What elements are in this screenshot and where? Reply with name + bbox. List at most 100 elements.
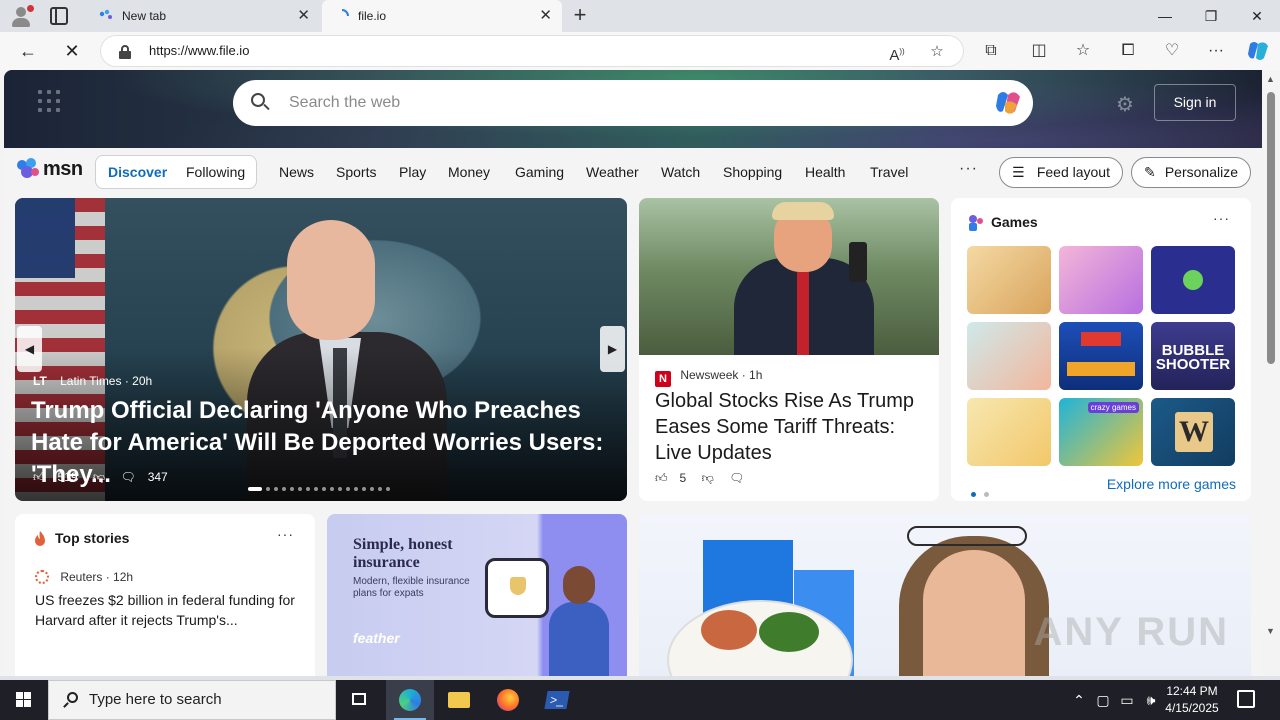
copilot-icon[interactable]: [993, 89, 1023, 117]
browser-essentials-icon[interactable]: ♡: [1161, 40, 1183, 62]
personalize-button[interactable]: ✎ Personalize: [1131, 157, 1251, 188]
games-more-button[interactable]: ···: [1213, 210, 1230, 226]
system-clock[interactable]: 12:44 PM 4/15/2025: [1162, 683, 1222, 717]
feed-layout-button[interactable]: ☰ Feed layout: [999, 157, 1123, 188]
volume-icon[interactable]: 🕪︎: [1141, 680, 1161, 720]
tab-file-io[interactable]: file.io ✕: [322, 0, 562, 32]
taskbar-search-box[interactable]: Type here to search: [48, 680, 336, 720]
news-headline[interactable]: Global Stocks Rise As Trump Eases Some T…: [655, 388, 927, 466]
game-tile-blocks[interactable]: [1059, 322, 1143, 390]
web-search-box[interactable]: Search the web: [233, 80, 1033, 126]
hero-news-card[interactable]: ◀ ▶ LT Latin Times · 20h Trump Official …: [15, 198, 627, 501]
article-age: · 20h: [124, 374, 153, 388]
new-tab-button[interactable]: +: [568, 2, 592, 28]
address-url[interactable]: https://www.file.io: [149, 36, 249, 66]
back-arrow-icon[interactable]: ←: [13, 36, 43, 66]
game-tile-jewels[interactable]: [1151, 246, 1235, 314]
tab-new-tab[interactable]: New tab ✕: [86, 0, 320, 32]
clock-date: 4/15/2025: [1165, 701, 1219, 715]
firefox-icon[interactable]: [484, 680, 532, 720]
game-tile-crazy-games[interactable]: crazy games: [1059, 398, 1143, 466]
show-hidden-icons[interactable]: ⌃: [1068, 680, 1090, 720]
taskbar-search-input[interactable]: Type here to search: [89, 681, 222, 719]
nav-more-button[interactable]: ···: [959, 160, 978, 178]
notification-center-icon[interactable]: [1237, 690, 1255, 708]
nav-play[interactable]: Play: [399, 164, 426, 180]
stop-loading-icon[interactable]: ✕: [57, 36, 87, 66]
like-icon[interactable]: 👍︎: [33, 470, 46, 484]
close-window-button[interactable]: ✕: [1234, 0, 1280, 32]
game-tile-shiba[interactable]: [967, 398, 1051, 466]
dislike-icon[interactable]: 👎︎: [93, 470, 105, 484]
ad-card[interactable]: Simple, honest insurance Modern, flexibl…: [327, 514, 627, 676]
source-name: Newsweek: [680, 368, 739, 382]
nav-weather[interactable]: Weather: [586, 164, 639, 180]
nav-shopping[interactable]: Shopping: [723, 164, 782, 180]
windows-start-icon[interactable]: [0, 680, 48, 720]
extensions-icon[interactable]: ⧉: [980, 40, 1002, 62]
nav-news[interactable]: News: [279, 164, 314, 180]
nav-watch[interactable]: Watch: [661, 164, 700, 180]
carousel-next-button[interactable]: ▶: [600, 326, 625, 372]
like-icon[interactable]: 👍︎: [655, 471, 668, 485]
loading-icon: [341, 9, 349, 17]
device-icon[interactable]: ▢: [1094, 680, 1112, 720]
app-launcher-icon[interactable]: [38, 90, 60, 112]
games-icon: [969, 215, 983, 231]
address-bar[interactable]: https://www.file.io A)) ☆: [100, 35, 964, 67]
game-tile-doctor[interactable]: [967, 322, 1051, 390]
dislike-icon[interactable]: 👎︎: [702, 471, 714, 485]
split-screen-icon[interactable]: ◫: [1028, 40, 1050, 62]
lock-icon[interactable]: [119, 45, 131, 59]
discover-tab[interactable]: Discover: [108, 156, 167, 188]
nav-travel[interactable]: Travel: [870, 164, 908, 180]
games-pager-dots[interactable]: [971, 484, 997, 501]
tab-label: New tab: [122, 9, 167, 23]
page-scrollbar[interactable]: ▲ ▼: [1262, 70, 1280, 640]
sign-in-button[interactable]: Sign in: [1154, 84, 1236, 121]
tab-close-icon[interactable]: ✕: [297, 0, 310, 32]
tab-actions-icon[interactable]: [50, 7, 68, 25]
feature-image-card[interactable]: ANY RUN: [639, 514, 1251, 676]
network-icon[interactable]: ▭: [1117, 680, 1137, 720]
game-tile-wood-puzzle[interactable]: [967, 246, 1051, 314]
news-card[interactable]: N Newsweek · 1h Global Stocks Rise As Tr…: [639, 198, 939, 501]
powershell-icon[interactable]: >_: [533, 680, 581, 720]
anyrun-watermark: ANY RUN: [1033, 610, 1229, 654]
search-input[interactable]: Search the web: [289, 80, 400, 126]
minimize-button[interactable]: —: [1142, 0, 1188, 32]
nav-health[interactable]: Health: [805, 164, 845, 180]
favorite-star-icon[interactable]: ☆: [927, 42, 947, 62]
profile-icon[interactable]: [8, 4, 34, 28]
scroll-up-icon[interactable]: ▲: [1266, 74, 1275, 84]
nav-sports[interactable]: Sports: [336, 164, 376, 180]
comment-icon[interactable]: 🗨︎: [120, 470, 135, 484]
article-source: LT Latin Times · 20h: [33, 374, 152, 388]
nav-gaming[interactable]: Gaming: [515, 164, 564, 180]
more-menu-icon[interactable]: ···: [1205, 40, 1227, 62]
carousel-prev-button[interactable]: ◀: [17, 326, 42, 372]
task-view-icon[interactable]: [336, 680, 384, 720]
carousel-dots[interactable]: [248, 480, 394, 498]
favorites-icon[interactable]: ☆: [1072, 40, 1094, 62]
game-tile-bubble-shooter[interactable]: BUBBLE SHOOTER: [1151, 322, 1235, 390]
comment-icon[interactable]: 🗨︎: [729, 471, 744, 485]
restore-button[interactable]: ❐: [1188, 0, 1234, 32]
settings-gear-icon[interactable]: ⚙: [1116, 92, 1134, 117]
tab-close-icon[interactable]: ✕: [539, 0, 552, 32]
scroll-down-icon[interactable]: ▼: [1266, 626, 1275, 636]
top-story-headline[interactable]: US freezes $2 billion in federal funding…: [35, 590, 297, 630]
file-explorer-icon[interactable]: [435, 680, 483, 720]
top-stories-more-button[interactable]: ···: [277, 526, 294, 542]
following-tab[interactable]: Following: [186, 156, 245, 188]
nav-money[interactable]: Money: [448, 164, 490, 180]
game-tile-makeup[interactable]: [1059, 246, 1143, 314]
copilot-icon[interactable]: [1246, 40, 1270, 62]
game-tile-words[interactable]: W: [1151, 398, 1235, 466]
edge-taskbar-icon[interactable]: [386, 680, 434, 720]
ad-title: Simple, honest insurance: [353, 536, 453, 571]
scroll-thumb[interactable]: [1267, 92, 1275, 364]
read-aloud-icon[interactable]: A)): [887, 42, 907, 64]
collections-icon[interactable]: ⧠: [1117, 40, 1139, 62]
explore-more-games-link[interactable]: Explore more games: [1107, 476, 1236, 492]
